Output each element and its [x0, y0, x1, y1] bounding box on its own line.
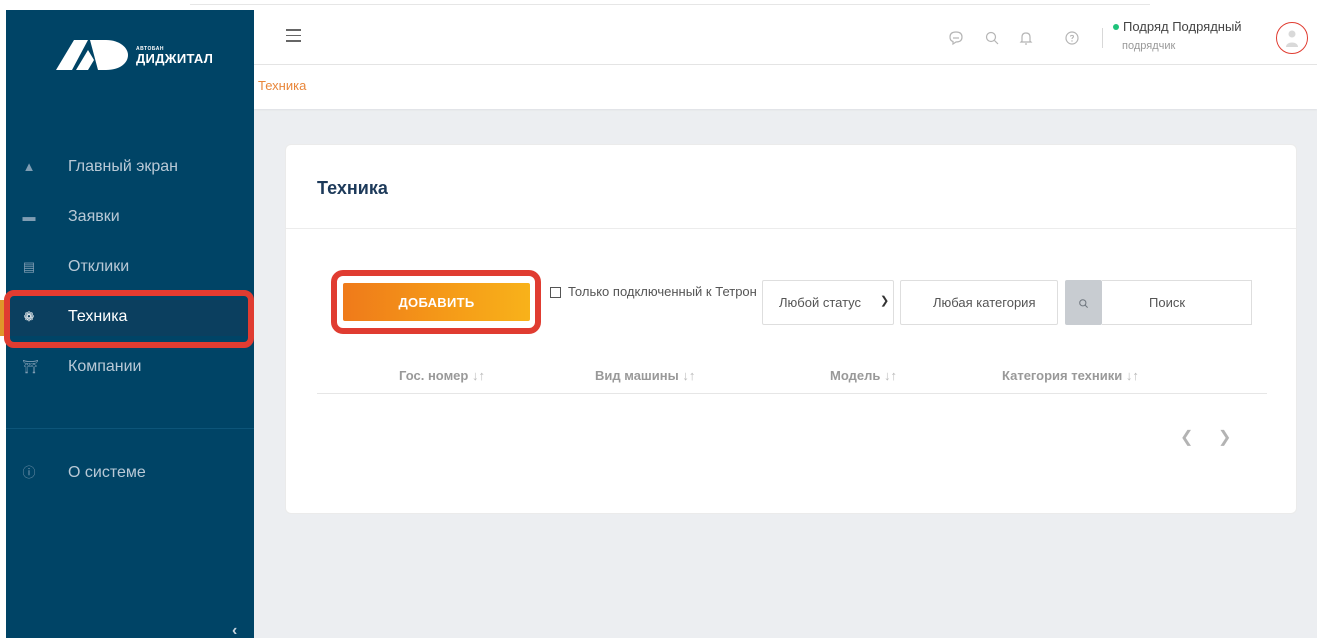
- collapse-sidebar-icon[interactable]: ‹: [232, 622, 237, 640]
- ticket-icon: ▬: [22, 209, 36, 224]
- logo-mark-icon: [56, 40, 128, 70]
- main-area: Подряд Подрядный подрядчик Техника Техни…: [254, 10, 1317, 638]
- card-divider: [286, 228, 1296, 229]
- help-icon[interactable]: [1064, 30, 1080, 46]
- column-header-plate[interactable]: Гос. номер ↓↑: [399, 368, 485, 383]
- sidebar-item-about[interactable]: ⓘ О системе: [6, 456, 254, 492]
- user-name[interactable]: Подряд Подрядный: [1123, 19, 1242, 34]
- chevron-down-icon: ❯: [880, 295, 890, 307]
- search-button[interactable]: [1065, 280, 1102, 325]
- tetron-checkbox[interactable]: [550, 287, 561, 298]
- avatar[interactable]: [1276, 22, 1308, 54]
- sidebar-item-responses[interactable]: ▤ Отклики: [6, 250, 254, 286]
- chevron-left-icon[interactable]: ❮: [1180, 427, 1193, 447]
- column-header-label: Модель: [830, 368, 881, 383]
- category-input[interactable]: Любая категория: [900, 280, 1058, 325]
- table-header-divider: [317, 393, 1267, 394]
- menu-icon[interactable]: [286, 29, 301, 42]
- search-placeholder: Поиск: [1149, 295, 1186, 310]
- home-icon: ▲: [22, 159, 36, 174]
- breadcrumb-bar: Техника: [254, 65, 1317, 109]
- page-title: Техника: [317, 178, 388, 198]
- category-placeholder: Любая категория: [933, 295, 1036, 310]
- column-header-label: Вид машины: [595, 368, 679, 383]
- sort-icon[interactable]: ↓↑: [1126, 368, 1139, 383]
- info-icon: ⓘ: [22, 465, 36, 480]
- sidebar-item-requests[interactable]: ▬ Заявки: [6, 200, 254, 236]
- sidebar-item-label: Главный экран: [68, 158, 179, 175]
- bell-icon[interactable]: [1018, 30, 1034, 46]
- column-header-model[interactable]: Модель ↓↑: [830, 368, 897, 383]
- equipment-card: Техника ДОБАВИТЬ Только подключенный к Т…: [285, 144, 1297, 514]
- sidebar-item-label: Отклики: [68, 258, 130, 275]
- column-header-label: Гос. номер: [399, 368, 469, 383]
- sidebar-item-companies[interactable]: ⛩ Компании: [6, 350, 254, 386]
- sort-icon[interactable]: ↓↑: [884, 368, 897, 383]
- top-strip: [0, 0, 1317, 10]
- sort-icon[interactable]: ↓↑: [682, 368, 695, 383]
- highlight-frame: [4, 290, 254, 348]
- logo-big-text: ДИДЖИТАЛ: [136, 51, 214, 66]
- search-input[interactable]: Поиск: [1102, 280, 1252, 325]
- sort-icon[interactable]: ↓↑: [472, 368, 485, 383]
- sidebar-item-label: О системе: [68, 464, 146, 481]
- search-icon: [1079, 299, 1088, 309]
- breadcrumb[interactable]: Техника: [258, 78, 306, 93]
- bank-icon: ⛩: [22, 359, 39, 374]
- top-header: Подряд Подрядный подрядчик: [254, 10, 1317, 65]
- status-select-value: Любой статус: [779, 295, 862, 310]
- header-divider: [1102, 28, 1103, 48]
- sidebar-divider: [6, 428, 254, 429]
- chevron-right-icon[interactable]: ❯: [1218, 427, 1231, 447]
- document-icon: ▤: [22, 259, 36, 274]
- search-icon[interactable]: [984, 30, 1000, 46]
- user-role: подрядчик: [1122, 40, 1176, 52]
- tetron-checkbox-label: Только подключенный к Тетрон: [568, 284, 757, 299]
- sidebar-item-label: Компании: [68, 358, 142, 375]
- online-status-dot: [1113, 24, 1119, 30]
- user-avatar-icon: [1286, 30, 1298, 47]
- sidebar-item-home[interactable]: ▲ Главный экран: [6, 150, 254, 186]
- status-select[interactable]: Любой статус ❯: [762, 280, 894, 325]
- column-header-category[interactable]: Категория техники ↓↑: [1002, 368, 1139, 383]
- column-header-label: Категория техники: [1002, 368, 1123, 383]
- sidebar-item-label: Заявки: [68, 208, 120, 225]
- logo[interactable]: АВТОБАН ДИДЖИТАЛ: [54, 38, 254, 78]
- add-button-highlight: [331, 270, 541, 334]
- chat-icon[interactable]: [948, 30, 964, 46]
- column-header-type[interactable]: Вид машины ↓↑: [595, 368, 695, 383]
